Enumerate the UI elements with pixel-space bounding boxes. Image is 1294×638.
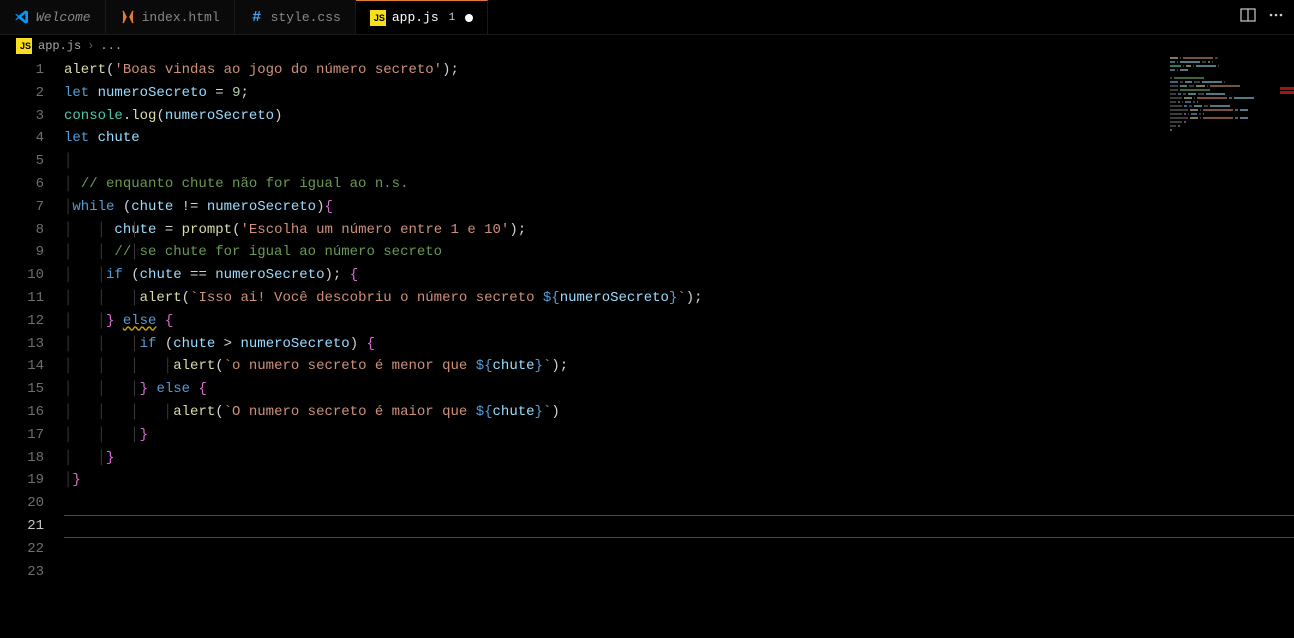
line-number: 3 [0,105,44,128]
code-line[interactable]: │ } else {│ [64,310,1294,333]
scrollbar-track [1280,57,1294,638]
code-line[interactable]: alert('Boas vindas ao jogo do número sec… [64,59,1294,82]
breadcrumb-file: app.js [38,39,81,53]
html-tab-icon [120,9,136,25]
line-number: 9 [0,241,44,264]
code-line[interactable]: │ } else {││ [64,378,1294,401]
code-line[interactable]: console.log(numeroSecreto) [64,105,1294,128]
code-line[interactable]: let numeroSecreto = 9; [64,82,1294,105]
code-line[interactable]: │while (chute != numeroSecreto){ [64,196,1294,219]
breadcrumb[interactable]: JS app.js › ... [0,35,1294,57]
tab-label: Welcome [36,10,91,25]
tab-Welcome[interactable]: Welcome [0,0,106,34]
code-line[interactable]: │ alert(`o numero secreto é menor que ${… [64,355,1294,378]
line-number: 18 [0,447,44,470]
line-number: 6 [0,173,44,196]
line-number: 21 [0,515,44,538]
line-number: 17 [0,424,44,447]
line-number: 1 [0,59,44,82]
line-number: 2 [0,82,44,105]
line-number: 16 [0,401,44,424]
tab-style-css[interactable]: # style.css [235,0,356,34]
js-file-icon: JS [16,38,32,54]
tab-actions [1230,0,1294,34]
tab-modified-dot [465,14,473,22]
split-editor-icon[interactable] [1240,7,1256,28]
code-line[interactable]: │ [64,150,1294,173]
css-tab-icon: # [249,9,265,25]
more-actions-icon[interactable] [1268,7,1284,28]
code-line[interactable] [64,538,1294,561]
line-number: 15 [0,378,44,401]
code-line[interactable]: │ if (chute > numeroSecreto) {││ [64,333,1294,356]
code-line[interactable]: │} [64,469,1294,492]
code-line[interactable]: │ // se chute for igual ao número secret… [64,241,1294,264]
scrollbar-error-marker[interactable] [1280,91,1294,94]
scrollbar[interactable] [1280,57,1294,638]
breadcrumb-scope: ... [100,39,122,53]
code-line[interactable] [64,515,1294,538]
code-line[interactable]: │ if (chute == numeroSecreto); {│ [64,264,1294,287]
line-number: 7 [0,196,44,219]
line-number: 10 [0,264,44,287]
tab-index-html[interactable]: index.html [106,0,235,34]
tab-label: style.css [271,10,341,25]
line-number: 19 [0,469,44,492]
tab-app-js[interactable]: JS app.js 1 [356,0,488,34]
code-line[interactable]: │ alert(`O numero secreto é maior que ${… [64,401,1294,424]
code-line[interactable]: │ // enquanto chute não for igual ao n.s… [64,173,1294,196]
code-line[interactable]: │ chute = prompt('Escolha um número entr… [64,219,1294,242]
tab-label: index.html [142,10,220,25]
code-line[interactable]: │ }│ [64,447,1294,470]
line-number: 4 [0,127,44,150]
tab-label: app.js [392,10,439,25]
line-number-gutter: 1234567891011121314151617181920212223 [0,57,64,638]
tab-bar: Welcome index.html # style.css JS app.js… [0,0,1294,35]
code-line[interactable]: │ alert(`Isso ai! Você descobriu o númer… [64,287,1294,310]
line-number: 8 [0,219,44,242]
tab-problem-badge: 1 [449,12,456,24]
vscode-tab-icon [14,9,30,25]
scrollbar-error-marker[interactable] [1280,87,1294,90]
code-content[interactable]: alert('Boas vindas ao jogo do número sec… [64,57,1294,638]
js-tab-icon: JS [370,10,386,26]
code-line[interactable]: let chute [64,127,1294,150]
line-number: 14 [0,355,44,378]
tab-filler [488,0,1230,34]
line-number: 13 [0,333,44,356]
breadcrumb-separator: › [87,39,94,53]
minimap[interactable] [1170,57,1280,137]
code-line[interactable]: │ }││ [64,424,1294,447]
code-line[interactable] [64,561,1294,584]
line-number: 12 [0,310,44,333]
line-number: 11 [0,287,44,310]
line-number: 22 [0,538,44,561]
editor-area[interactable]: 1234567891011121314151617181920212223 al… [0,57,1294,638]
line-number: 20 [0,492,44,515]
line-number: 5 [0,150,44,173]
code-line[interactable] [64,492,1294,515]
line-number: 23 [0,561,44,584]
